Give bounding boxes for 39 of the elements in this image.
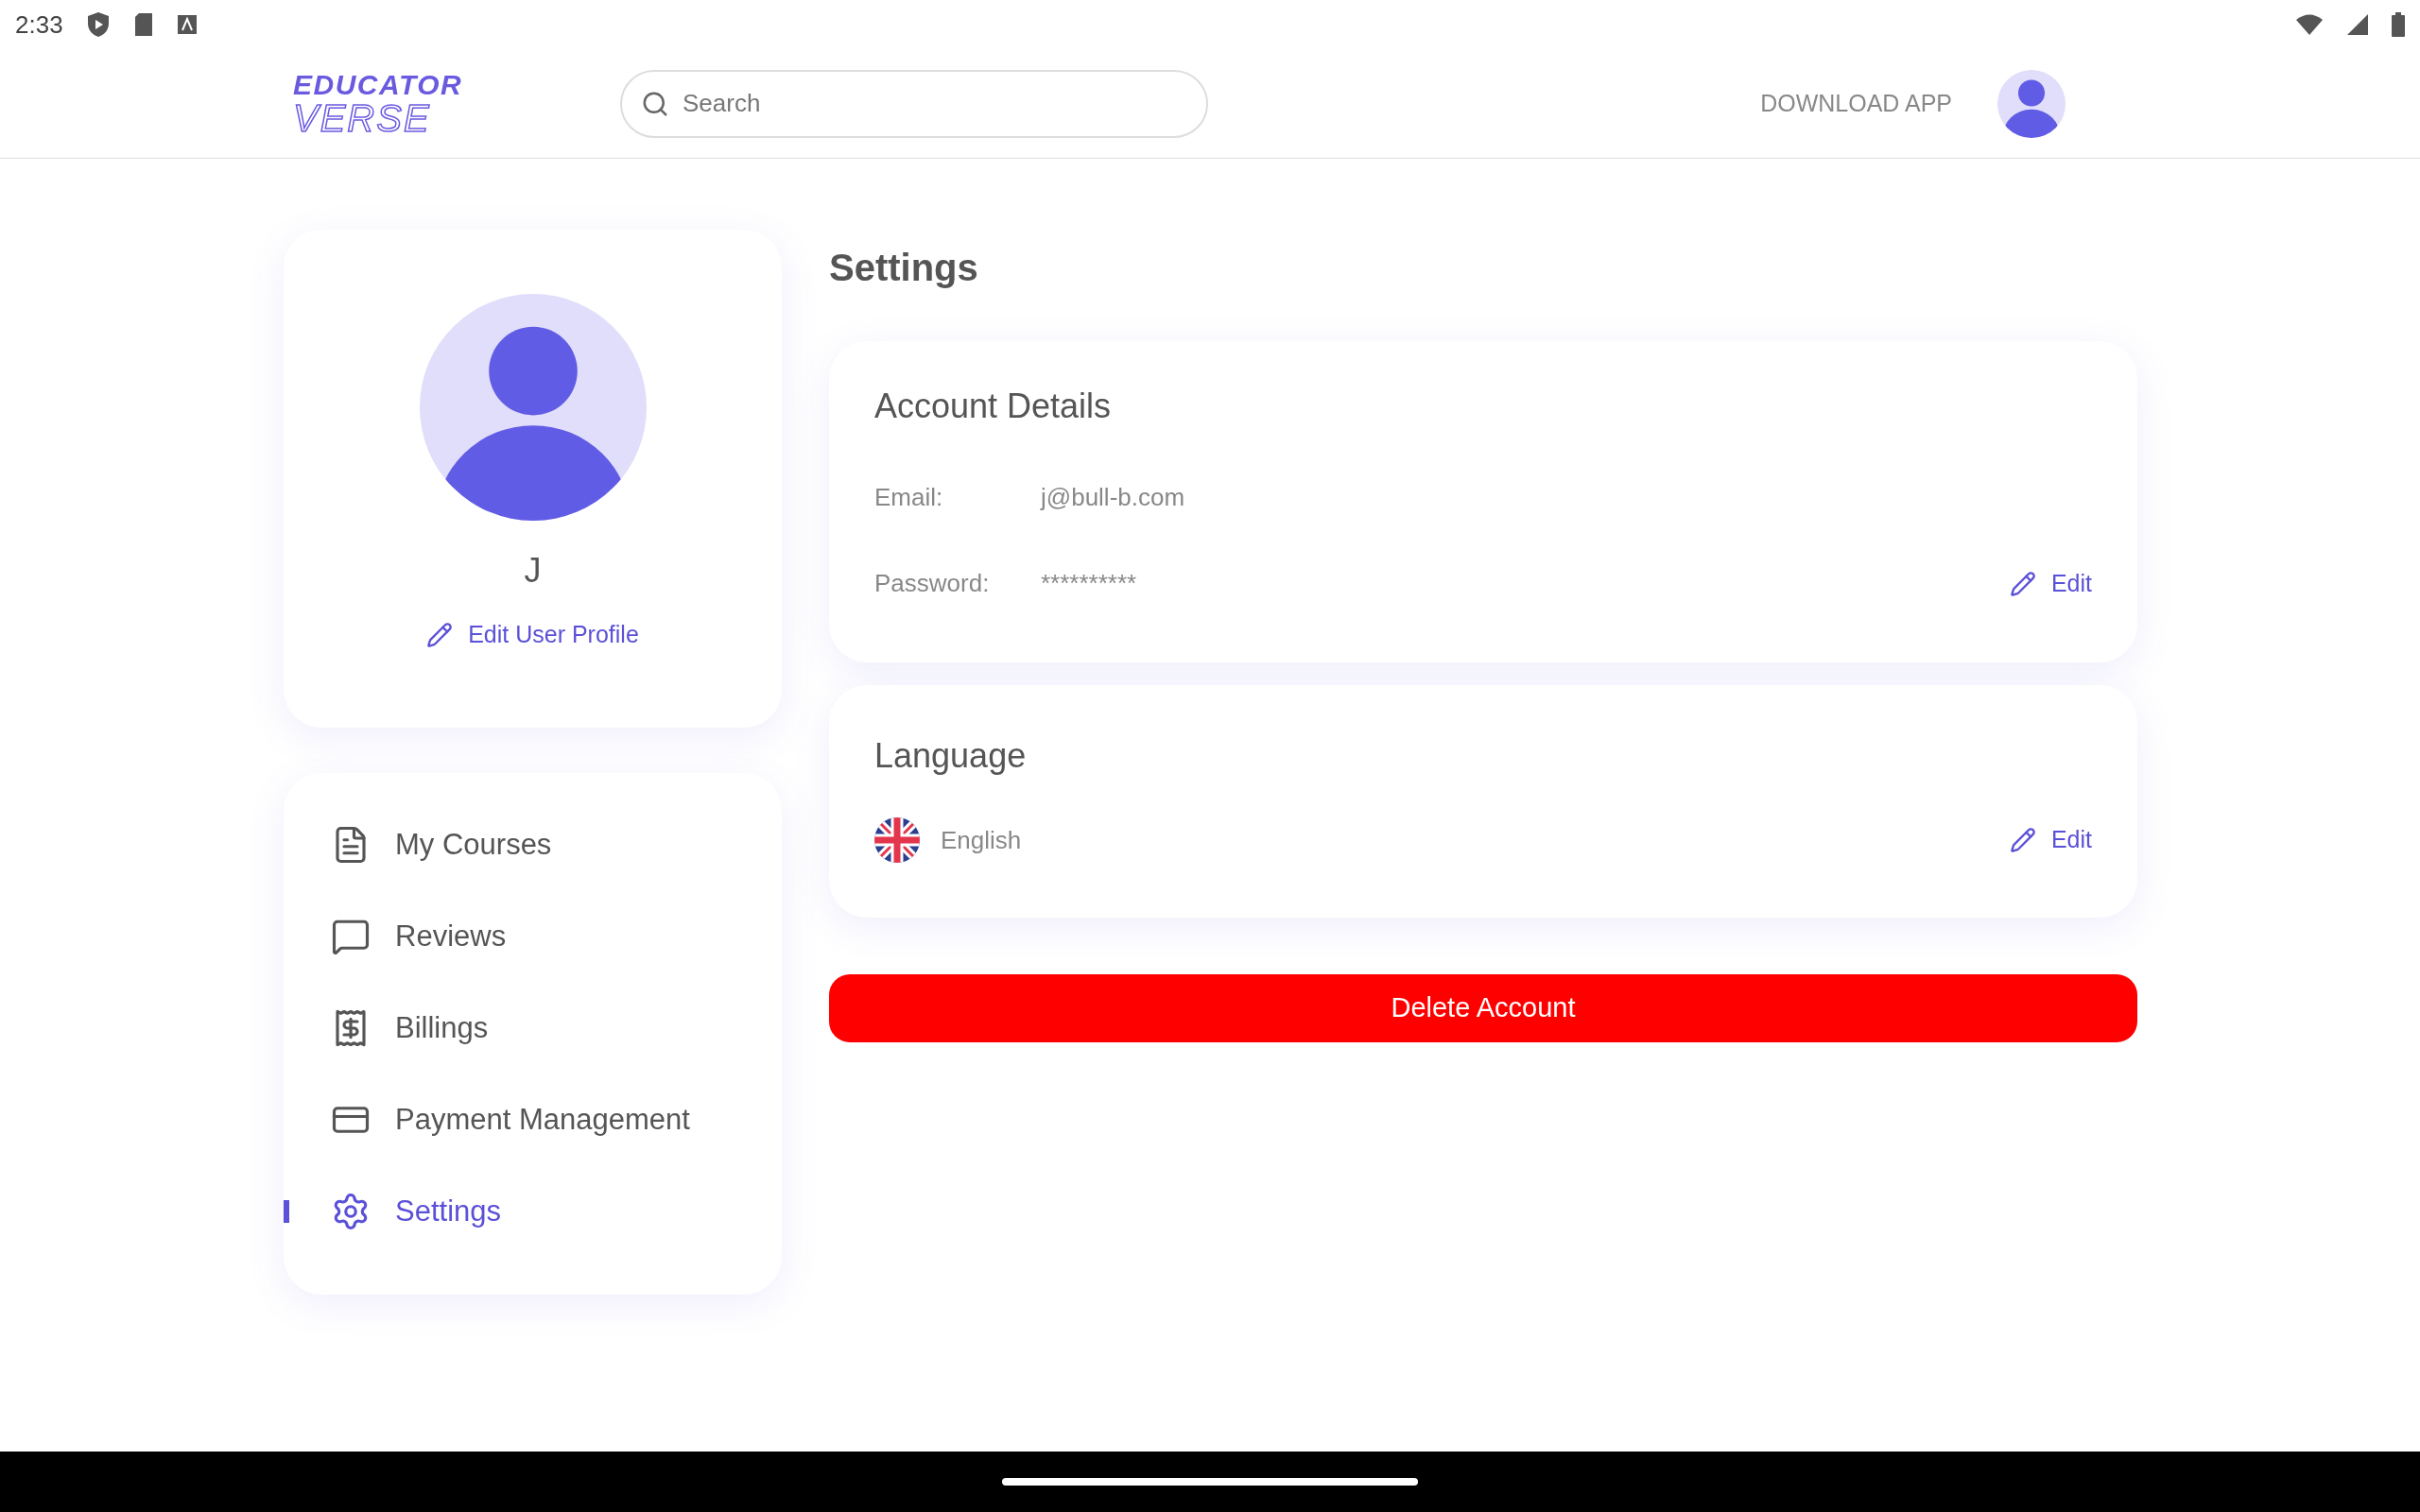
nav-item[interactable]: My Courses — [331, 822, 552, 868]
home-handle[interactable] — [1002, 1478, 1418, 1486]
card-title: Account Details — [874, 386, 1112, 427]
field-label: Password: — [874, 568, 991, 599]
search-field[interactable]: Search — [620, 69, 1208, 138]
shield-icon — [85, 11, 111, 38]
language-value: English — [941, 824, 1022, 856]
page-title: Settings — [829, 246, 978, 290]
field-label: Email: — [874, 482, 944, 513]
pencil-icon — [426, 621, 454, 648]
edit-profile-button[interactable]: Edit User Profile — [426, 617, 639, 653]
nav-item[interactable]: Settings — [331, 1189, 501, 1234]
uk-flag-icon — [874, 817, 920, 863]
user-avatar[interactable] — [1997, 69, 2066, 138]
field-value: ********** — [1041, 568, 1137, 599]
edit-button[interactable]: Edit — [2009, 565, 2092, 602]
field-value: j@bull-b.com — [1041, 482, 1185, 513]
delete-account-button[interactable]: Delete Account — [829, 974, 2137, 1042]
card-title: Language — [874, 735, 1027, 777]
avatar-icon — [419, 294, 647, 521]
wifi-icon — [2295, 13, 2324, 36]
battery-icon — [2392, 12, 2405, 37]
status-time: 2:33 — [15, 9, 63, 41]
logo-text: VERSE — [293, 98, 432, 137]
nav-item[interactable]: Payment Management — [331, 1097, 690, 1143]
font-icon — [176, 14, 198, 35]
nav-item[interactable]: Billings — [331, 1005, 489, 1051]
logo[interactable]: EDUCATOR VERSE — [293, 70, 529, 137]
profile-name: J — [524, 550, 542, 592]
pencil-icon — [2009, 827, 2036, 853]
pencil-icon — [2009, 570, 2036, 597]
avatar-icon — [1997, 69, 2066, 138]
edit-button[interactable]: Edit — [2009, 822, 2092, 858]
download-app-link[interactable]: DOWNLOAD APP — [1760, 85, 1952, 122]
sd-card-icon — [132, 12, 154, 37]
signal-icon — [2346, 13, 2369, 36]
active-indicator — [284, 1200, 289, 1223]
nav-item[interactable]: Reviews — [331, 914, 507, 959]
logo-text: EDUCATOR — [293, 70, 464, 99]
